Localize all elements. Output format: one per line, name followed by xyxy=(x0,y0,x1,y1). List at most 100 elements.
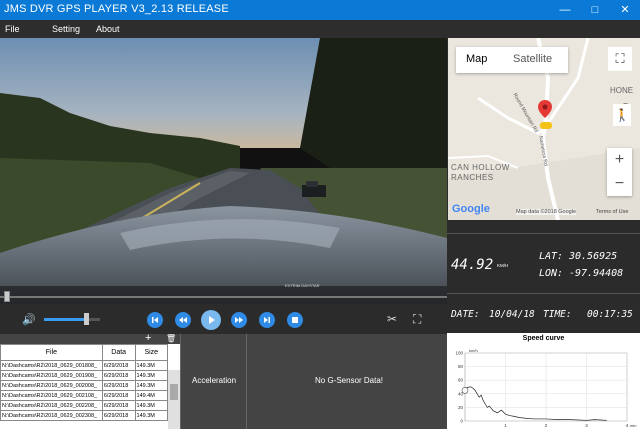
y-axis-label: km/h xyxy=(469,348,478,353)
rewind-icon xyxy=(179,317,187,323)
lat-value: 30.56925 xyxy=(569,251,618,262)
file-list: File Data Size N:\Dashcams\R2\2018_0629_… xyxy=(0,344,180,429)
speed-curve-panel: Speed curve 0 20 40 60 80 100 1 2 3 4 km/h min xyxy=(447,333,640,429)
table-row[interactable]: N:\Dashcams\R2\2018_0629_002208_ 6/29/201… xyxy=(0,400,169,411)
menu-about[interactable]: About xyxy=(96,24,120,34)
skip-back-icon xyxy=(152,317,158,323)
file-path: N:\Dashcams\R2\2018_0629_002108_ xyxy=(0,390,103,401)
file-size: 149.4M xyxy=(134,390,169,401)
play-button[interactable] xyxy=(201,310,221,330)
lat-label: LAT: xyxy=(539,251,564,262)
time-label: TIME: xyxy=(543,309,572,320)
file-date: 6/29/2018 xyxy=(101,400,136,411)
fast-forward-icon xyxy=(235,317,243,323)
volume-fill xyxy=(44,318,86,321)
volume-icon[interactable]: 🔊 xyxy=(22,313,36,326)
car-icon xyxy=(540,122,552,129)
map-tab-map[interactable]: Map xyxy=(466,53,487,65)
lon-value: -97.94408 xyxy=(569,268,624,279)
stop-icon xyxy=(292,317,298,323)
y-tick-label: 80 xyxy=(458,364,464,369)
street-view-pegman-icon[interactable]: 🚶 xyxy=(613,104,631,126)
current-position-marker xyxy=(461,387,469,394)
seek-thumb[interactable] xyxy=(4,291,11,302)
fullscreen-video-icon[interactable]: ⛶ xyxy=(413,312,421,327)
file-path: N:\Dashcams\R2\2018_0629_002008_ xyxy=(0,380,103,391)
column-size[interactable]: Size xyxy=(134,344,169,361)
next-file-button[interactable] xyxy=(259,312,275,328)
map-tab-satellite[interactable]: Satellite xyxy=(513,53,552,65)
scissors-icon[interactable]: ✂ xyxy=(387,312,397,326)
volume-track[interactable] xyxy=(44,318,100,321)
x-tick-label: 2 xyxy=(545,423,548,428)
file-path: N:\Dashcams\R2\2018_0629_002308_ xyxy=(0,410,103,421)
table-row[interactable]: N:\Dashcams\R2\2018_0629_002308_ 6/29/201… xyxy=(0,410,169,421)
fast-forward-button[interactable] xyxy=(231,312,247,328)
file-path: N:\Dashcams\R2\2018_0629_002208_ xyxy=(0,400,103,411)
title-bar: JMS DVR GPS PLAYER V3_2.13 RELEASE — □ ✕ xyxy=(0,0,640,20)
file-date: 6/29/2018 xyxy=(101,380,136,391)
table-row[interactable]: N:\Dashcams\R2\2018_0629_002108_ 6/29/201… xyxy=(0,390,169,401)
table-row[interactable]: N:\Dashcams\R2\2018_0629_002008_ 6/29/201… xyxy=(0,380,169,391)
playback-controls: 🔊 ✂ ⛶ xyxy=(0,304,447,334)
table-row[interactable]: N:\Dashcams\R2\2018_0629_001808_ 6/29/201… xyxy=(0,360,169,371)
google-logo: Google xyxy=(452,203,490,215)
stop-button[interactable] xyxy=(287,312,303,328)
video-frame xyxy=(0,38,447,304)
map-label-ranches: RANCHES xyxy=(451,173,494,182)
map-panel[interactable]: Map Satellite ⛶ HONE E Round Mountain Rd… xyxy=(448,38,640,220)
file-size: 149.3M xyxy=(134,410,169,421)
menu-bar: File Setting About xyxy=(0,20,640,38)
file-date: 6/29/2018 xyxy=(101,370,136,381)
file-table: File Data Size N:\Dashcams\R2\2018_0629_… xyxy=(0,344,169,421)
map-terms-link[interactable]: Terms of Use xyxy=(596,209,628,215)
bottom-panel: + 🗑 File Data Size N:\Dashcams\R2\2018_0… xyxy=(0,332,447,429)
acceleration-label: Acceleration xyxy=(192,376,237,385)
zoom-in-icon[interactable]: + xyxy=(607,148,632,172)
file-date: 6/29/2018 xyxy=(101,360,136,371)
add-file-icon[interactable]: + xyxy=(145,332,151,344)
menu-file[interactable]: File xyxy=(5,24,20,34)
rewind-button[interactable] xyxy=(175,312,191,328)
speed-unit: KM/H xyxy=(497,263,509,268)
zoom-control: + − xyxy=(607,148,632,196)
speed-series-line xyxy=(464,386,607,421)
y-tick-label: 0 xyxy=(460,419,463,424)
file-size: 149.3M xyxy=(134,370,169,381)
date-label: DATE: xyxy=(451,309,480,320)
menu-setting[interactable]: Setting xyxy=(52,24,80,34)
file-path: N:\Dashcams\R2\2018_0629_001808_ xyxy=(0,360,103,371)
column-file[interactable]: File xyxy=(0,344,103,361)
video-player[interactable]: EXTRIM DAYSTAR xyxy=(0,38,447,304)
volume-thumb[interactable] xyxy=(84,313,89,325)
file-size: 149.3M xyxy=(134,380,169,391)
column-data[interactable]: Data xyxy=(101,344,136,361)
gps-info-panel: 44.92 KM/H LAT: 30.56925 LON: -97.94408 … xyxy=(447,233,640,343)
video-overlay-text: EXTRIM DAYSTAR xyxy=(285,283,320,288)
seek-track xyxy=(0,296,447,298)
play-icon xyxy=(209,316,215,324)
location-marker-icon xyxy=(538,100,552,118)
x-axis-label: min xyxy=(630,423,636,428)
x-tick-label: 1 xyxy=(504,423,507,428)
file-size: 149.3M xyxy=(134,400,169,411)
seek-bar[interactable] xyxy=(0,290,447,304)
x-tick-label: 3 xyxy=(585,423,588,428)
delete-file-icon[interactable]: 🗑 xyxy=(166,334,176,343)
table-row[interactable]: N:\Dashcams\R2\2018_0629_001908_ 6/29/201… xyxy=(0,370,169,381)
fullscreen-icon[interactable]: ⛶ xyxy=(608,47,632,71)
skip-forward-icon xyxy=(264,317,270,323)
zoom-out-icon[interactable]: − xyxy=(607,172,632,196)
file-list-scrollbar[interactable] xyxy=(168,370,180,429)
time-value: 00:17:35 xyxy=(587,309,633,320)
minimize-icon[interactable]: — xyxy=(550,0,580,20)
previous-file-button[interactable] xyxy=(147,312,163,328)
file-size: 149.3M xyxy=(134,360,169,371)
scrollbar-thumb[interactable] xyxy=(170,384,178,400)
speed-chart: 0204060801001 2 3 4km/hmin xyxy=(455,348,636,428)
y-tick-label: 20 xyxy=(458,405,464,410)
no-gsensor-message: No G-Sensor Data! xyxy=(315,376,384,385)
maximize-icon[interactable]: □ xyxy=(580,0,610,20)
close-icon[interactable]: ✕ xyxy=(610,0,640,20)
acceleration-panel: Acceleration xyxy=(180,334,247,429)
